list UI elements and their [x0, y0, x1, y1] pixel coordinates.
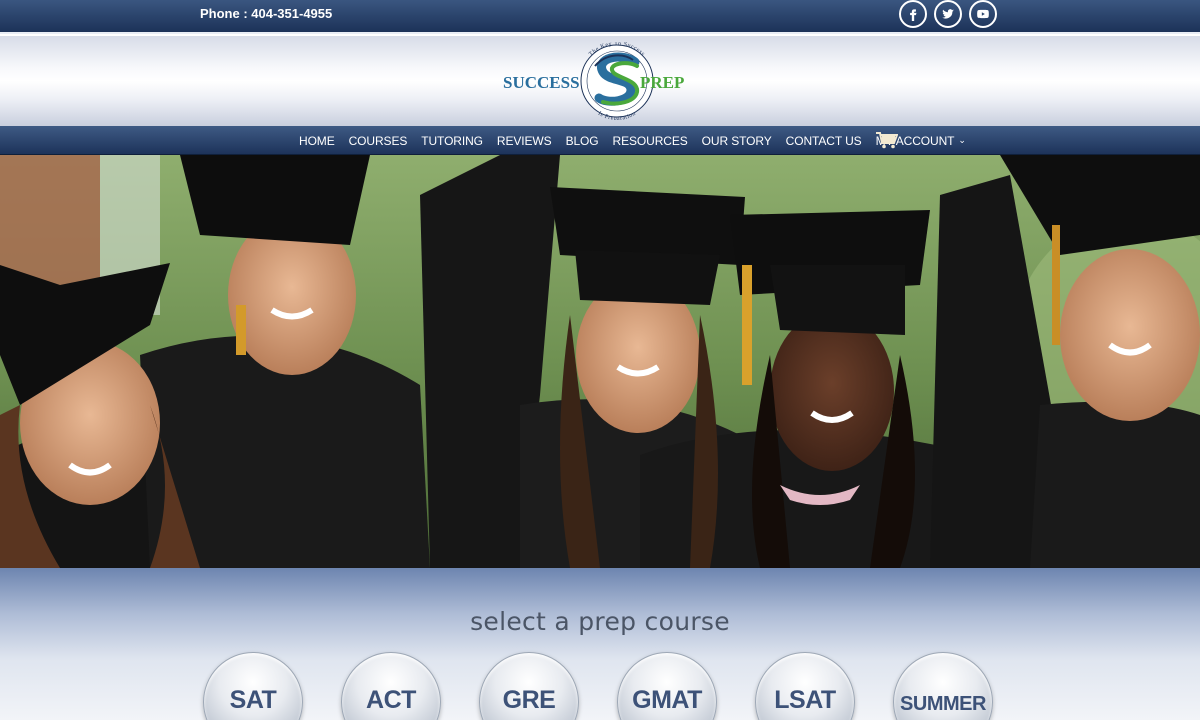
success-prep-logo[interactable]: The Key To Success Is Preparation SUCCES…	[503, 42, 693, 120]
logo-word-success: SUCCESS	[503, 73, 580, 92]
twitter-link[interactable]	[934, 0, 962, 28]
nav-item-contact-us[interactable]: CONTACT US	[786, 134, 862, 148]
nav-item-our-story[interactable]: OUR STORY	[702, 134, 772, 148]
nav-item-tutoring[interactable]: TUTORING	[421, 134, 483, 148]
nav-label: OUR STORY	[701, 133, 772, 148]
course-label: SUMMER	[900, 693, 986, 715]
course-button-gmat[interactable]: GMAT	[617, 652, 717, 720]
course-button-lsat[interactable]: LSAT	[755, 652, 855, 720]
nav-item-resources[interactable]: RESOURCES	[613, 134, 688, 148]
nav-label: HOME	[299, 133, 335, 148]
top-bar: Phone : 404-351-4955	[0, 0, 1200, 34]
course-heading: select a prep course	[470, 607, 730, 636]
shopping-cart-icon[interactable]	[876, 132, 898, 149]
main-nav: HOME COURSES TUTORING REVIEWS BLOG RESOU…	[0, 126, 1200, 155]
nav-label: TUTORING	[421, 133, 483, 148]
course-label: GRE	[502, 686, 556, 714]
phone-number[interactable]: Phone : 404-351-4955	[200, 6, 332, 21]
course-label: LSAT	[774, 686, 836, 714]
nav-label: RESOURCES	[612, 133, 688, 148]
chevron-down-icon: ⌄	[958, 135, 966, 145]
nav-item-courses[interactable]: COURSES	[349, 134, 408, 148]
nav-label: REVIEWS	[496, 133, 552, 148]
logo-word-prep: PREP	[640, 73, 684, 92]
youtube-link[interactable]	[969, 0, 997, 28]
nav-label: BLOG	[565, 133, 599, 148]
course-selection: select a prep course SAT ACT GRE GMAT LS…	[0, 568, 1200, 720]
nav-item-reviews[interactable]: REVIEWS	[497, 134, 552, 148]
course-label: SAT	[229, 686, 277, 714]
course-button-sat[interactable]: SAT	[203, 652, 303, 720]
facebook-link[interactable]	[899, 0, 927, 28]
course-button-gre[interactable]: GRE	[479, 652, 579, 720]
course-button-summer[interactable]: SUMMER	[893, 652, 993, 720]
course-label: ACT	[366, 686, 416, 714]
nav-label: COURSES	[348, 133, 408, 148]
course-button-act[interactable]: ACT	[341, 652, 441, 720]
youtube-icon	[977, 9, 989, 19]
nav-label: CONTACT US	[785, 133, 862, 148]
nav-item-blog[interactable]: BLOG	[566, 134, 599, 148]
header-band: The Key To Success Is Preparation SUCCES…	[0, 36, 1200, 126]
facebook-icon	[910, 9, 917, 21]
twitter-icon	[942, 9, 954, 19]
nav-item-home[interactable]: HOME	[299, 134, 335, 148]
hero-graduates-image	[0, 155, 1200, 568]
social-links	[899, 0, 997, 28]
course-label: GMAT	[632, 686, 702, 714]
